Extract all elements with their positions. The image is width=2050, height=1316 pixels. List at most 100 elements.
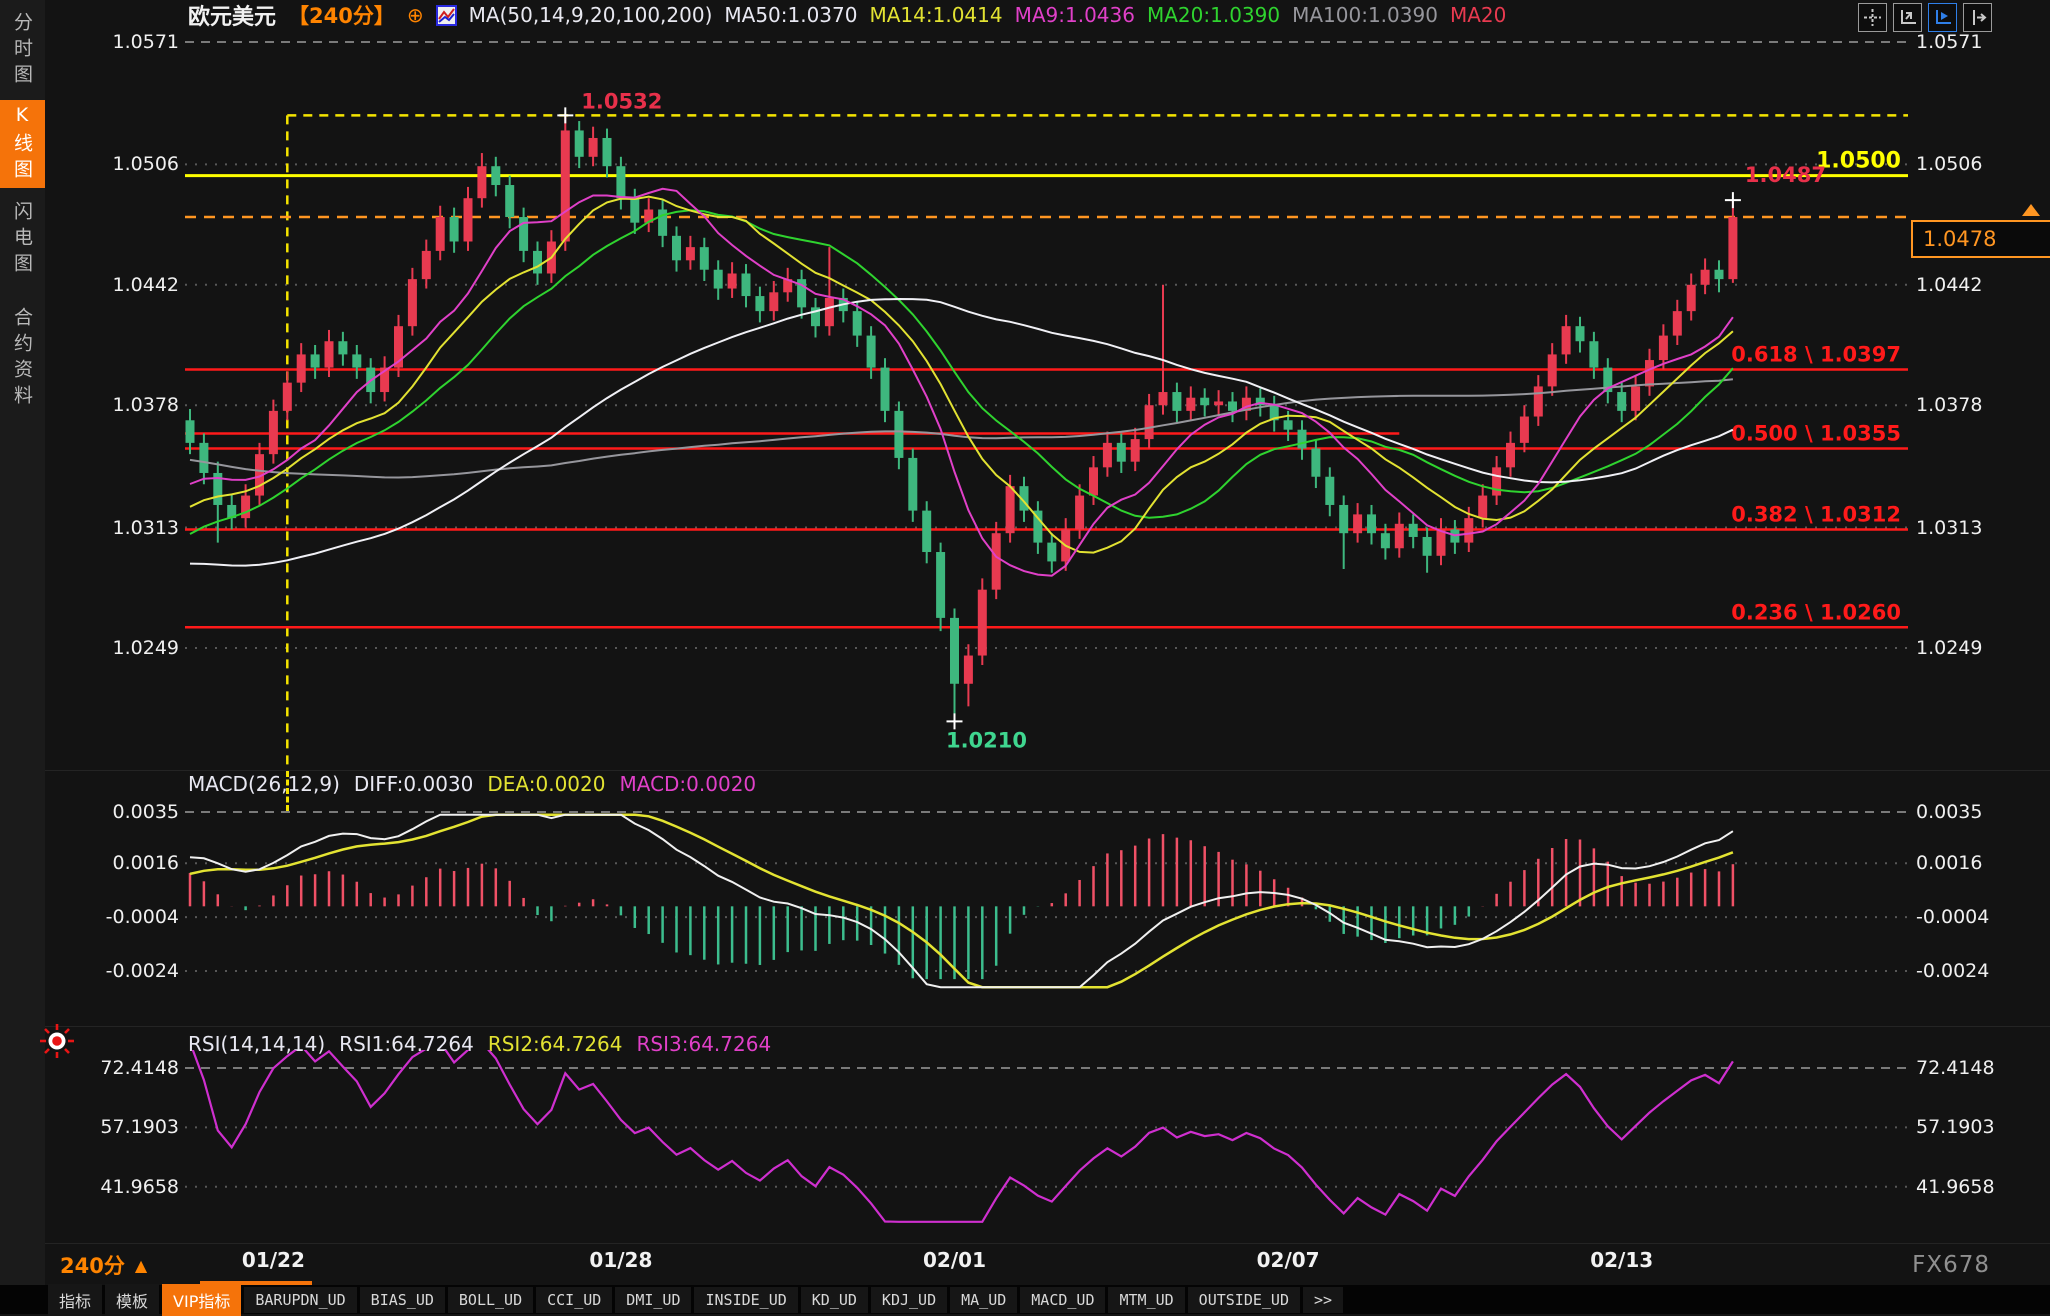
sidebar-item-lightning-chart[interactable]: 闪电图 [0,194,45,286]
tab-dmi-ud[interactable]: DMI_UD [615,1287,691,1313]
ma20-label: MA20 [1450,3,1506,27]
axis-label-right: 0.0035 [1916,801,1982,823]
axis-label-left: 41.9658 [45,1176,179,1198]
axis-label-left: 1.0378 [45,394,179,416]
left-sidebar: 分时图 K线图 闪电图 合约资料 [0,0,45,1285]
axis-label-right: 1.0571 [1916,31,1982,53]
macd-histogram [190,834,1733,979]
axis-label-left: 0.0016 [45,852,179,874]
dea-line [190,815,1733,988]
fib-label: 0.236 \ 1.0260 [1731,600,1901,624]
macd-title: MACD(26,12,9) [188,772,340,796]
sidebar-item-label: 合约资料 [9,307,36,411]
date-tick: 02/13 [1582,1248,1662,1272]
macd-chart[interactable] [185,800,1908,1010]
tab-kdj-ud[interactable]: KDJ_UD [871,1287,947,1313]
ma-formula: MA(50,14,9,20,100,200) [469,3,713,27]
axis-label-left: 57.1903 [45,1116,179,1138]
extreme-cross-marker [557,107,573,123]
axis-label-left: 1.0442 [45,274,179,296]
fib-label: 0.500 \ 1.0355 [1731,422,1901,446]
high-price-label: 1.0532 [581,89,662,113]
sidebar-item-label: K线图 [9,104,36,185]
swing-high-label: 1.0487 [1745,163,1826,187]
axis-label-left: -0.0024 [45,960,179,982]
diff-line [190,815,1733,988]
date-tick: 02/07 [1248,1248,1328,1272]
ma50-value: MA50:1.0370 [724,3,857,27]
ma-line-MA100 [190,379,1733,477]
tab-outside-ud[interactable]: OUTSIDE_UD [1188,1287,1300,1313]
tab-boll-ud[interactable]: BOLL_UD [448,1287,533,1313]
axis-label-right: -0.0004 [1916,906,1989,928]
indicator-tabbar: 指标 模板 VIP指标 BARUPDN_UD BIAS_UD BOLL_UD C… [0,1285,2050,1314]
date-tick: 01/28 [581,1248,661,1272]
symbol-title: 欧元美元 [188,0,276,31]
date-tick: 02/01 [915,1248,995,1272]
price-chart[interactable]: 0.618 \ 1.0397 0.500 \ 1.0355 0.382 \ 1.03… [185,30,1908,771]
axis-play-icon[interactable] [1928,3,1957,32]
fib-label: 0.618 \ 1.0397 [1731,342,1901,366]
axis-label-left: 1.0249 [45,637,179,659]
macd-dea-value: DEA:0.0020 [487,772,605,796]
low-price-label: 1.0210 [946,728,1027,752]
tab-cci-ud[interactable]: CCI_UD [536,1287,612,1313]
panel-separator [45,1026,2050,1027]
ma20-value: MA20:1.0390 [1147,3,1280,27]
tab-bias-ud[interactable]: BIAS_UD [360,1287,445,1313]
axis-label-right: -0.0024 [1916,960,1989,982]
tab-indicators[interactable]: 指标 [48,1284,102,1316]
tab-vip-indicators[interactable]: VIP指标 [162,1284,241,1316]
sidebar-item-contract-info[interactable]: 合约资料 [0,298,45,420]
fib-label: 0.382 \ 1.0312 [1731,502,1901,526]
axis-label-right: 1.0313 [1916,517,1982,539]
chart-toolbar [1858,3,1992,32]
tab-ma-ud[interactable]: MA_UD [950,1287,1017,1313]
axis-label-right: 1.0249 [1916,637,1982,659]
axis-label-left: 1.0313 [45,517,179,539]
panel-separator [45,1243,2050,1244]
ma-line-MA14 [190,197,1733,553]
tab-more[interactable]: >> [1303,1287,1343,1313]
axis-label-right: 1.0442 [1916,274,1982,296]
extreme-cross-marker [947,713,963,729]
macd-header: MACD(26,12,9) DIFF:0.0030 DEA:0.0020 MAC… [188,772,756,796]
sidebar-item-kline-chart[interactable]: K线图 [0,100,45,188]
fx-chart-app: { "header": { "symbol": "欧元美元", "interva… [0,0,2050,1314]
tab-inside-ud[interactable]: INSIDE_UD [694,1287,797,1313]
macd-diff-value: DIFF:0.0030 [354,772,473,796]
axis-label-right: 41.9658 [1916,1176,1995,1198]
sidebar-item-time-chart[interactable]: 分时图 [0,6,45,96]
price-up-arrow-icon [2022,204,2040,216]
add-overlay-icon[interactable]: ⊕ [407,3,424,27]
tab-templates[interactable]: 模板 [105,1284,159,1316]
chart-header: 欧元美元 【240分】 ⊕ MA(50,14,9,20,100,200) MA5… [188,0,1506,30]
axis-label-left: -0.0004 [45,906,179,928]
tab-kd-ud[interactable]: KD_UD [801,1287,868,1313]
current-price-box: 1.0478 [1911,220,2050,258]
rsi-chart[interactable] [185,1050,1908,1240]
axis-fit-icon[interactable] [1893,3,1922,32]
axis-label-left: 1.0571 [45,31,179,53]
candles [186,115,1738,721]
footer-interval[interactable]: 240分 ▲ [60,1250,147,1280]
current-price-value: 1.0478 [1923,227,1996,251]
axis-label-right: 57.1903 [1916,1116,1995,1138]
axis-label-right: 0.0016 [1916,852,1982,874]
axis-label-left: 0.0035 [45,801,179,823]
interval-badge: 【240分】 [288,0,395,30]
tab-barupdn-ud[interactable]: BARUPDN_UD [244,1287,356,1313]
axis-label-right: 72.4148 [1916,1057,1995,1079]
ma14-value: MA14:1.0414 [869,3,1002,27]
date-tick: 01/22 [233,1248,313,1272]
axis-label-left: 1.0506 [45,153,179,175]
kline-mini-icon [436,5,457,26]
yellow-level-label: 1.0500 [1816,149,1901,174]
axis-label-right: 1.0378 [1916,394,1982,416]
tab-mtm-ud[interactable]: MTM_UD [1108,1287,1184,1313]
ma100-value: MA100:1.0390 [1292,3,1438,27]
move-cross-icon[interactable] [1858,3,1887,32]
goto-latest-icon[interactable] [1963,3,1992,32]
tab-macd-ud[interactable]: MACD_UD [1020,1287,1105,1313]
live-indicator-icon [38,1022,76,1064]
